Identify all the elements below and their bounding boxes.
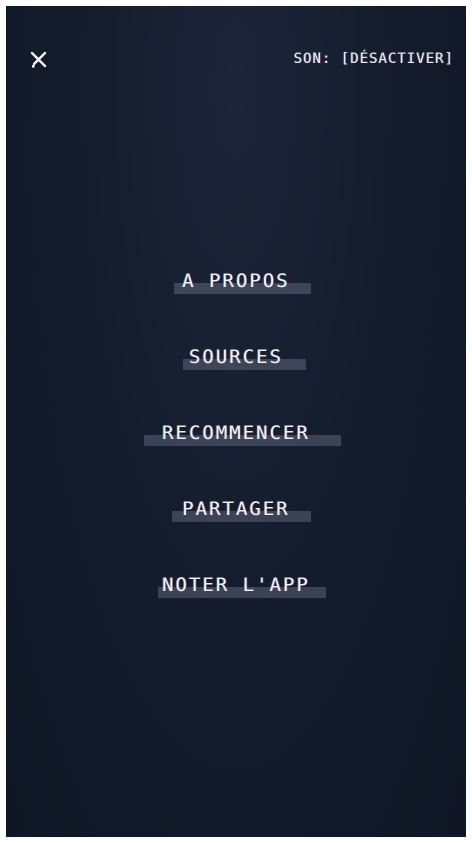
menu-item-restart[interactable]: RECOMMENCER xyxy=(6,416,466,456)
menu-item-about[interactable]: A PROPOS xyxy=(6,264,466,304)
menu-screen: SON: [DÉSACTIVER] A PROPOS SOURCES RECOM… xyxy=(6,6,466,837)
menu-item-label: NOTER L'APP xyxy=(162,574,310,596)
app-frame: SON: [DÉSACTIVER] A PROPOS SOURCES RECOM… xyxy=(0,0,472,843)
menu-item-rate-app[interactable]: NOTER L'APP xyxy=(6,568,466,608)
menu-item-label: SOURCES xyxy=(188,346,284,368)
menu-item-label: A PROPOS xyxy=(182,270,290,292)
main-menu: A PROPOS SOURCES RECOMMENCER PARTAGER NO… xyxy=(6,6,466,837)
menu-item-label: PARTAGER xyxy=(182,498,290,520)
menu-item-share[interactable]: PARTAGER xyxy=(6,492,466,532)
menu-item-label: RECOMMENCER xyxy=(162,422,310,444)
menu-item-sources[interactable]: SOURCES xyxy=(6,340,466,380)
